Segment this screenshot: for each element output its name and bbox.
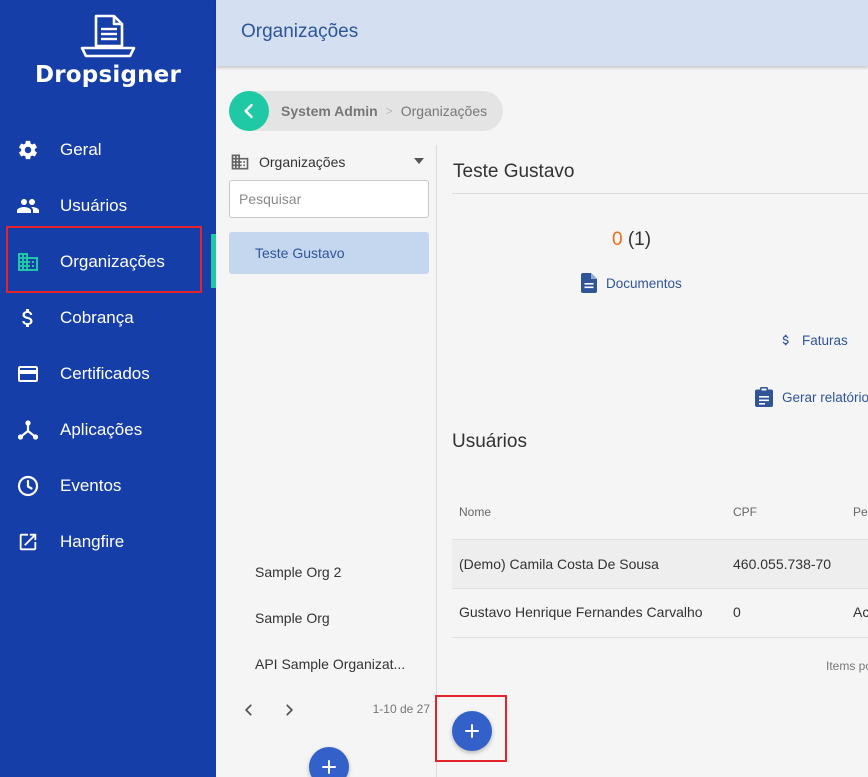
documents-total: (1)	[627, 229, 652, 250]
cell-name: (Demo) Camila Costa De Sousa	[459, 556, 659, 572]
prev-page-button[interactable]	[237, 698, 261, 722]
generate-report-link[interactable]: Gerar relatório	[755, 387, 868, 407]
items-per-page-label: Items po	[826, 659, 868, 673]
sidebar-item-hangfire[interactable]: Hangfire	[0, 514, 216, 570]
users-section-title: Usuários	[452, 431, 527, 452]
documents-count: 0 (1)	[612, 229, 651, 251]
sidebar-item-label: Aplicações	[60, 420, 143, 439]
org-detail-panel	[437, 145, 868, 777]
plus-icon	[465, 724, 479, 738]
report-label: Gerar relatório	[782, 389, 868, 405]
plus-icon	[322, 760, 336, 774]
clock-icon	[16, 474, 40, 498]
org-list-item-selected[interactable]: Teste Gustavo	[229, 232, 429, 274]
sidebar-item-certificados[interactable]: Certificados	[0, 346, 216, 402]
sidebar-item-label: Geral	[60, 140, 102, 159]
table-row[interactable]: (Demo) Camila Costa De Sousa 460.055.738…	[452, 540, 868, 589]
hub-icon	[16, 418, 40, 442]
pager-range: 1-10 de 27	[372, 702, 430, 716]
chevron-right-icon	[286, 704, 293, 716]
sidebar-item-cobranca[interactable]: Cobrança	[0, 290, 216, 346]
breadcrumb-current: Organizações	[400, 103, 488, 119]
document-icon	[581, 273, 597, 293]
column-header-nome[interactable]: Nome	[459, 505, 491, 519]
dollar-icon	[782, 334, 789, 346]
org-list-item[interactable]: Sample Org	[229, 598, 429, 638]
chevron-right-icon: >	[385, 104, 393, 118]
column-header-cpf[interactable]: CPF	[733, 505, 757, 519]
sidebar-item-label: Cobrança	[60, 308, 134, 327]
add-user-button[interactable]	[452, 711, 492, 751]
back-button[interactable]	[229, 91, 269, 131]
sidebar-item-label: Usuários	[60, 196, 128, 215]
breadcrumb-parent[interactable]: System Admin	[281, 103, 378, 119]
sidebar-item-aplicacoes[interactable]: Aplicações	[0, 402, 216, 458]
documents-link[interactable]: Documentos	[581, 273, 682, 293]
sidebar-item-label: Organizações	[60, 252, 165, 271]
external-link-icon	[16, 530, 40, 554]
table-row[interactable]: Gustavo Henrique Fernandes Carvalho 0 Ac	[452, 589, 868, 638]
clipboard-icon	[755, 387, 773, 407]
credit-card-icon	[16, 362, 40, 386]
top-bar: Organizações	[216, 0, 868, 66]
gear-icon	[16, 138, 40, 162]
sidebar-item-label: Eventos	[60, 476, 122, 495]
brand-logo[interactable]: Dropsigner	[0, 14, 216, 88]
sidebar-item-usuarios[interactable]: Usuários	[0, 178, 216, 234]
cell-name: Gustavo Henrique Fernandes Carvalho	[459, 604, 703, 620]
sidebar-item-eventos[interactable]: Eventos	[0, 458, 216, 514]
sidebar-item-organizacoes[interactable]: Organizações	[0, 234, 216, 290]
chevron-left-icon	[245, 704, 252, 716]
sidebar-item-label: Hangfire	[60, 532, 125, 551]
org-select-label: Organizações	[259, 154, 346, 170]
breadcrumb: System Admin > Organizações	[229, 91, 503, 131]
sidebar: Dropsigner Geral Usuários Organizações C…	[0, 0, 216, 777]
cell-cpf: 0	[733, 604, 741, 620]
org-title: Teste Gustavo	[453, 161, 575, 182]
sidebar-item-geral[interactable]: Geral	[0, 122, 216, 178]
invoices-label: Faturas	[802, 332, 848, 348]
column-header-extra[interactable]: Pe	[853, 505, 868, 519]
documents-count-value: 0	[612, 229, 623, 250]
chevron-down-icon	[414, 158, 424, 164]
people-icon	[16, 194, 40, 218]
cell-cpf: 460.055.738-70	[733, 556, 832, 572]
search-input[interactable]	[229, 180, 429, 218]
dollar-icon	[16, 306, 40, 330]
page-title: Organizações	[241, 21, 359, 42]
building-icon	[16, 250, 40, 274]
next-page-button[interactable]	[277, 698, 301, 722]
sidebar-item-label: Certificados	[60, 364, 150, 383]
org-list-item[interactable]: API Sample Organizat...	[229, 644, 429, 684]
brand-name: Dropsigner	[34, 62, 182, 88]
divider	[452, 193, 868, 194]
building-icon	[231, 154, 249, 170]
document-tray-icon	[80, 14, 136, 58]
cell-extra: Ac	[853, 604, 868, 620]
org-list-item[interactable]: Sample Org 2	[229, 552, 429, 592]
documents-label: Documentos	[606, 275, 682, 291]
chevron-left-icon	[244, 103, 253, 119]
org-type-select[interactable]: Organizações	[229, 150, 429, 174]
invoices-link[interactable]: Faturas	[779, 330, 848, 350]
